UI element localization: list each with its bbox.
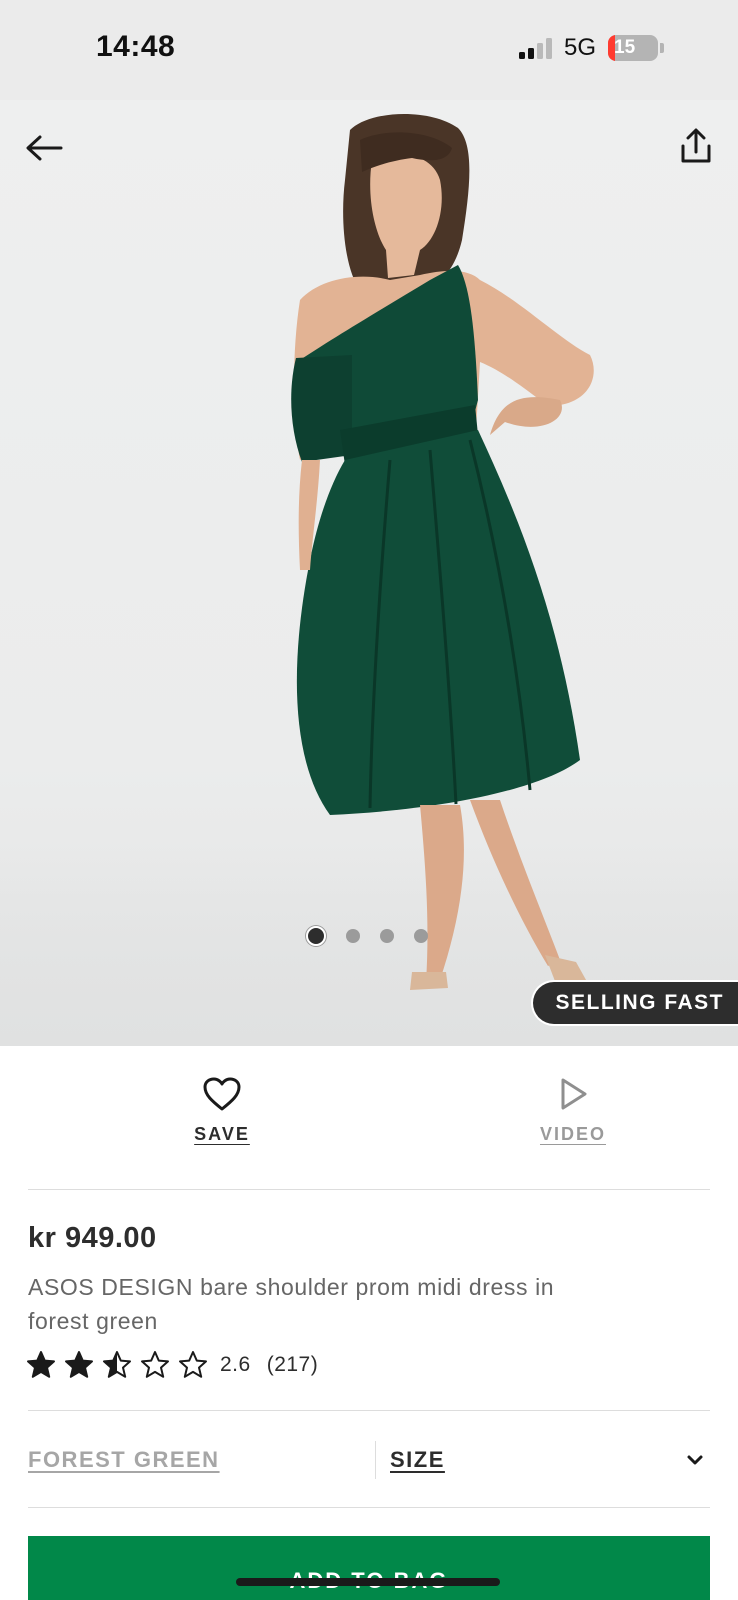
share-icon <box>681 128 711 163</box>
rating-summary[interactable]: 2.6 (217) <box>26 1350 318 1380</box>
network-type: 5G <box>563 34 596 61</box>
status-indicators: 5G 15 <box>518 34 664 62</box>
play-icon <box>561 1078 587 1110</box>
carousel-dot[interactable] <box>346 929 360 943</box>
colour-label: FOREST GREEN <box>28 1447 220 1472</box>
product-title: ASOS DESIGN bare shoulder prom midi dres… <box>28 1274 555 1334</box>
options-divider <box>375 1441 376 1479</box>
carousel-dot-active[interactable] <box>306 926 326 946</box>
rating-score: 2.6 <box>220 1353 251 1376</box>
carousel-dot[interactable] <box>414 929 428 943</box>
product-options: FOREST GREEN SIZE <box>28 1410 710 1508</box>
heart-icon <box>203 1077 241 1111</box>
product-photo <box>291 113 600 1010</box>
arrow-left-icon <box>26 135 63 161</box>
review-count: (217) <box>266 1353 319 1376</box>
star-empty-icon <box>179 1351 207 1378</box>
star-filled-icon <box>27 1351 55 1378</box>
add-to-bag-button[interactable]: ADD TO BAG <box>28 1536 710 1600</box>
video-label: VIDEO <box>539 1124 606 1144</box>
product-price: kr 949.00 <box>28 1222 157 1254</box>
star-half-icon <box>103 1351 131 1378</box>
star-filled-icon <box>65 1351 93 1378</box>
chevron-down-icon <box>687 1455 703 1465</box>
selling-fast-badge: SELLING FAST <box>531 980 738 1026</box>
video-button[interactable]: VIDEO <box>513 1076 633 1145</box>
share-button[interactable] <box>674 124 718 168</box>
product-image-carousel[interactable]: SELLING FAST <box>0 100 738 1046</box>
battery-level: 15 <box>614 37 636 58</box>
battery-nub <box>660 43 664 53</box>
back-button[interactable] <box>22 128 66 168</box>
home-indicator <box>236 1578 500 1586</box>
size-select[interactable]: SIZE <box>390 1437 710 1483</box>
rating-stars <box>26 1350 216 1380</box>
product-actions: SAVE VIDEO <box>28 1046 710 1190</box>
star-empty-icon <box>141 1351 169 1378</box>
carousel-dot[interactable] <box>380 929 394 943</box>
status-bar: 14:48 5G 15 <box>0 0 738 100</box>
size-label: SIZE <box>390 1447 445 1472</box>
battery-icon: 15 <box>608 35 658 61</box>
save-button[interactable]: SAVE <box>162 1076 282 1145</box>
status-time: 14:48 <box>96 30 176 63</box>
save-label: SAVE <box>194 1124 250 1144</box>
carousel-dots <box>306 926 428 946</box>
signal-icon <box>518 37 552 59</box>
